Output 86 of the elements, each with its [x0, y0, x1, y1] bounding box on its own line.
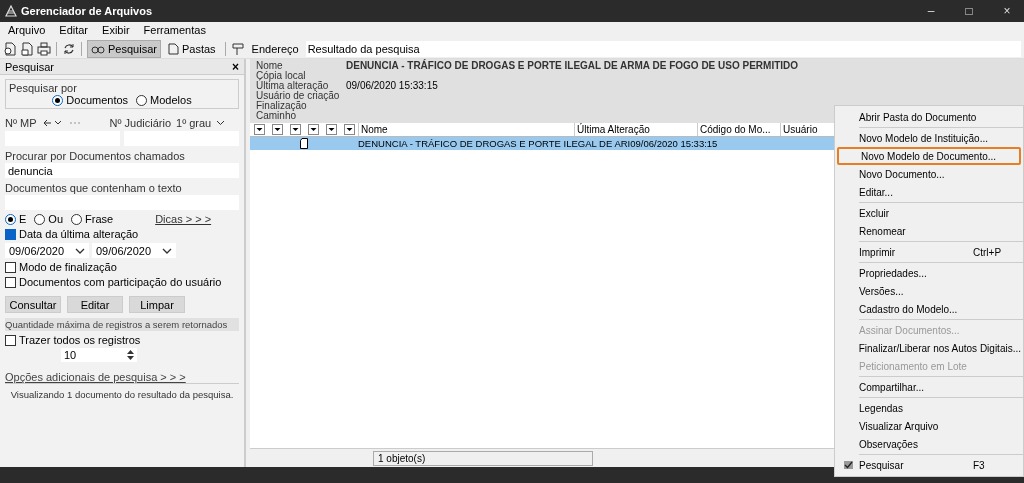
new-document-icon[interactable] — [3, 42, 17, 56]
menu-item[interactable]: Arquivo — [8, 24, 46, 40]
pin-icon[interactable] — [230, 42, 245, 56]
print-icon[interactable] — [37, 42, 51, 56]
chevron-down-icon — [75, 247, 85, 254]
refresh-icon[interactable] — [62, 42, 76, 56]
menu-item[interactable]: Finalizar/Liberar nos Autos Digitais... — [835, 339, 1023, 357]
filter-dropdown-icon[interactable] — [325, 124, 337, 135]
document-icon[interactable] — [20, 42, 34, 56]
window-control[interactable]: – — [914, 4, 948, 18]
menu-item[interactable]: Ferramentas — [143, 24, 206, 40]
radio-option[interactable]: Modelos — [136, 94, 192, 106]
tips-link[interactable]: Dicas > > > — [155, 213, 212, 225]
menu-item[interactable]: Editar — [59, 24, 89, 40]
detail-label: Cópia local — [256, 71, 307, 81]
action-button[interactable]: Consultar — [5, 296, 61, 313]
detail-label: Última alteração — [256, 81, 330, 91]
undo-icon[interactable] — [41, 118, 64, 128]
address-field[interactable]: Resultado da pesquisa — [305, 41, 1021, 57]
menu-item[interactable]: Legendas — [835, 399, 1023, 417]
filter-dropdown-icon[interactable] — [289, 124, 301, 135]
field-label: Nº Judiciário — [109, 117, 171, 129]
checkbox[interactable]: Data da última alteração — [5, 228, 239, 240]
detail-value: 09/06/2020 15:33:15 — [346, 81, 438, 91]
checkbox[interactable]: Trazer todos os registros — [5, 334, 239, 346]
detail-label: Usuário de criação — [256, 91, 341, 101]
menu-item[interactable]: Observações — [835, 435, 1023, 453]
menu-item[interactable]: Pesquisar F3 — [835, 456, 1023, 474]
panel-title: Pesquisar — [5, 60, 54, 73]
action-button[interactable]: Limpar — [129, 296, 185, 313]
column-header[interactable]: Código do Mo... — [697, 123, 780, 136]
column-header[interactable]: Nome — [358, 123, 574, 136]
section-header: Quantidade máxima de registros a serem retornados — [5, 318, 239, 331]
field-label: Documentos que contenham o texto — [5, 182, 183, 194]
checkbox[interactable]: Modo de finalização — [5, 261, 239, 273]
menu-item[interactable]: Compartilhar... — [835, 378, 1023, 396]
group-label: Pesquisar por — [9, 82, 77, 94]
chevron-down-icon — [162, 247, 172, 254]
toolbar-button[interactable]: Pesquisar — [87, 40, 161, 58]
app-icon — [5, 5, 17, 17]
object-count: 1 objeto(s) — [373, 450, 593, 466]
close-button[interactable]: × — [232, 59, 239, 74]
detail-label: Caminho — [256, 111, 297, 121]
menu-item[interactable]: Abrir Pasta do Documento — [835, 108, 1023, 126]
menu-item[interactable]: Exibir — [102, 24, 130, 40]
column-header[interactable]: Última Alteração — [574, 123, 697, 136]
name-field[interactable]: denuncia — [5, 163, 239, 178]
address-label: Endereço — [251, 43, 299, 55]
menu-item[interactable]: Versões... — [835, 282, 1023, 300]
detail-label: Finalização — [256, 101, 307, 111]
window-control[interactable]: × — [990, 4, 1024, 18]
radio-option[interactable]: Frase — [71, 213, 114, 225]
window-title: Gerenciador de Arquivos — [21, 5, 153, 17]
number-spinner[interactable]: 10 — [61, 348, 137, 362]
grade-dropdown[interactable]: 1º grau — [176, 117, 212, 129]
document-icon — [167, 43, 179, 55]
menu-item[interactable]: Novo Modelo de Documento... — [837, 147, 1021, 165]
radio-option[interactable]: Documentos — [52, 94, 129, 106]
menu-item[interactable]: Novo Documento... — [835, 165, 1023, 183]
action-button[interactable]: Editar — [67, 296, 123, 313]
menu-item[interactable]: Propriedades... — [835, 264, 1023, 282]
detail-label: Nome — [256, 61, 284, 71]
chevron-down-icon[interactable] — [216, 120, 226, 126]
date-picker[interactable]: 09/06/2020 — [92, 243, 176, 258]
date-picker[interactable]: 09/06/2020 — [5, 243, 89, 258]
menu-item[interactable]: Editar... — [835, 183, 1023, 201]
menu-item[interactable]: Visualizar Arquivo — [835, 417, 1023, 435]
result-summary: Visualizando 1 documento do resultado da pesquisa. — [9, 389, 235, 400]
menu-item[interactable]: Renomear — [835, 222, 1023, 240]
window-control[interactable]: □ — [952, 4, 986, 18]
field-label: Nº MP — [5, 117, 37, 129]
binoculars-icon — [91, 44, 105, 54]
menu-item[interactable]: Excluir — [835, 204, 1023, 222]
radio-option[interactable]: Ou — [34, 213, 64, 225]
toolbar-button[interactable]: Pastas — [163, 40, 220, 58]
menu-item[interactable]: Cadastro do Modelo... — [835, 300, 1023, 318]
column-header[interactable]: Usuário — [780, 123, 823, 136]
field-label: Procurar por Documentos chamados — [5, 150, 186, 162]
filter-dropdown-icon[interactable] — [271, 124, 283, 135]
filter-dropdown-icon[interactable] — [343, 124, 355, 135]
detail-value: DENUNCIA - TRÁFICO DE DROGAS E PORTE ILEGAL DE ARMA DE FOGO DE USO PERMITIDO — [346, 61, 799, 71]
filter-dropdown-icon[interactable] — [253, 124, 265, 135]
filter-dropdown-icon[interactable] — [307, 124, 319, 135]
more-options-link[interactable]: Opções adicionais de pesquisa > > > — [5, 371, 239, 384]
checkbox[interactable]: Documentos com participação do usuário — [5, 276, 239, 288]
menu-item[interactable]: Imprimir Ctrl+P — [835, 243, 1023, 261]
